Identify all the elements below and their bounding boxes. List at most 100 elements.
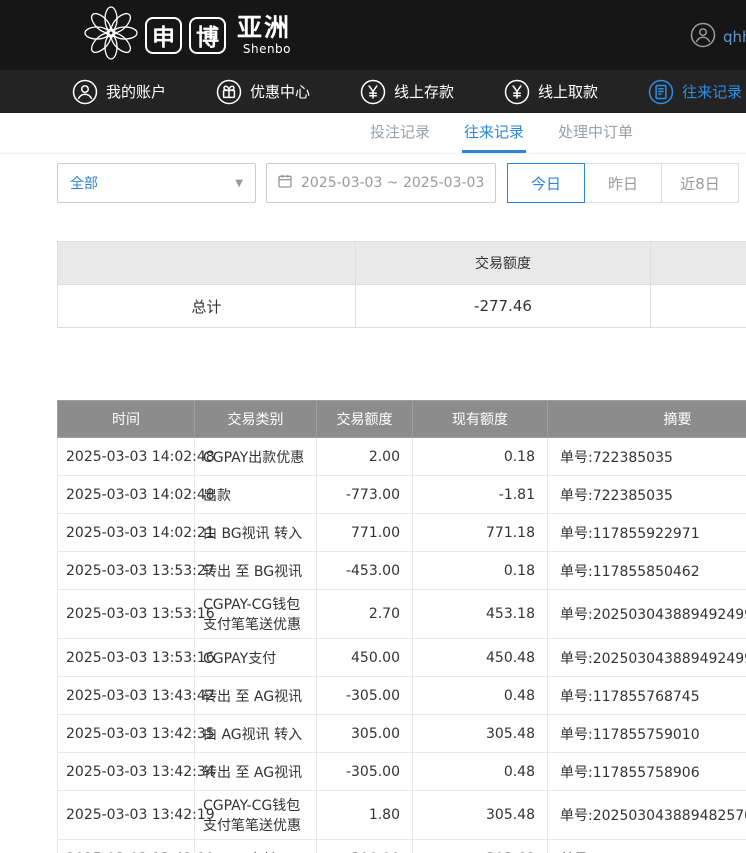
site-logo: 申 博 亚洲 Shenbo (84, 6, 291, 64)
time-cell: 2025-03-03 13:53:16 (58, 639, 195, 677)
records-table-body: 2025-03-03 14:02:48CGPAY出款优惠2.000.18单号:7… (58, 438, 746, 853)
records-table: 时间 交易类别 交易额度 现有额度 摘要 2025-03-03 14:02:48… (57, 400, 746, 853)
main-navbar: 我的账户 优惠中心 线上存款 线上 (0, 70, 746, 113)
nav-label: 我的账户 (106, 81, 166, 102)
type-cell: 由 BG视讯 转入 (195, 514, 317, 552)
withdraw-coin-icon (504, 79, 530, 105)
amount-cell: 305.00 (317, 715, 413, 753)
time-cell: 2025-03-03 13:42:35 (58, 715, 195, 753)
col-header-type: 交易类别 (195, 401, 317, 438)
summary-total-value: -277.46 (356, 285, 651, 328)
type-cell: CGPAY支付 (195, 840, 317, 853)
deposit-coin-icon (360, 79, 386, 105)
records-icon (648, 79, 674, 105)
amount-cell: -453.00 (317, 552, 413, 590)
summary-header-row: 交易额度 (58, 242, 746, 285)
nav-label: 往来记录 (682, 81, 742, 102)
type-filter-value: 全部 (70, 173, 98, 193)
records-header-row: 时间 交易类别 交易额度 现有额度 摘要 (58, 401, 746, 438)
type-filter-select[interactable]: 全部 ▼ (57, 163, 256, 203)
yesterday-button[interactable]: 昨日 (584, 163, 662, 203)
type-cell: CGPAY支付 (195, 639, 317, 677)
nav-label: 线上取款 (538, 81, 598, 102)
nav-item-transactions[interactable]: 往来记录 (648, 79, 742, 105)
balance-cell: 453.18 (413, 590, 548, 639)
time-cell: 2025-03-03 14:02:48 (58, 438, 195, 476)
nav-item-withdraw[interactable]: 线上取款 (504, 79, 598, 105)
quick-range-group: 今日 昨日 近8日 (508, 163, 739, 203)
balance-cell: 303.68 (413, 840, 548, 853)
balance-cell: 771.18 (413, 514, 548, 552)
date-range-value: 2025-03-03 ~ 2025-03-03 (301, 175, 484, 191)
summary-cell: 单号:202503043889482570 (548, 791, 746, 840)
summary-cell: 单号:117855759010 (548, 715, 746, 753)
time-cell: 2025-03-03 13:42:19 (58, 791, 195, 840)
summary-cell: 单号:117855850462 (548, 552, 746, 590)
time-cell: 2025-03-03 13:53:27 (58, 552, 195, 590)
summary-table: 交易额度 总计 -277.46 (57, 241, 746, 328)
amount-cell: 450.00 (317, 639, 413, 677)
type-cell: 转出 至 AG视讯 (195, 753, 317, 791)
col-header-balance: 现有额度 (413, 401, 548, 438)
col-header-summary: 摘要 (548, 401, 746, 438)
user-account-area[interactable]: qhh (690, 22, 746, 52)
balance-cell: 305.48 (413, 715, 548, 753)
date-range-picker[interactable]: 2025-03-03 ~ 2025-03-03 (266, 163, 496, 203)
logo-char-shen: 申 (145, 17, 182, 54)
logo-char-bo: 博 (189, 17, 226, 54)
amount-cell: -305.00 (317, 753, 413, 791)
summary-total-row: 总计 -277.46 (58, 285, 746, 328)
amount-cell: 771.00 (317, 514, 413, 552)
balance-cell: 0.18 (413, 438, 548, 476)
lotus-flower-icon (84, 6, 138, 64)
table-row: 2025-03-03 13:42:19CGPAY-CG钱包支付笔笔送优惠1.80… (58, 791, 746, 840)
tab-processing-orders[interactable]: 处理中订单 (556, 113, 635, 153)
summary-header-empty-right (651, 242, 746, 285)
balance-cell: 0.48 (413, 753, 548, 791)
time-cell: 2025-03-03 13:42:34 (58, 753, 195, 791)
type-cell: 转出 至 AG视讯 (195, 677, 317, 715)
table-row: 2025-03-03 14:02:21由 BG视讯 转入771.00771.18… (58, 514, 746, 552)
username-text: qhh (723, 28, 746, 46)
amount-cell: 300.00 (317, 840, 413, 853)
time-cell: 2025-03-03 13:53:16 (58, 590, 195, 639)
amount-cell: -773.00 (317, 476, 413, 514)
summary-empty-cell (651, 285, 746, 328)
calendar-icon (277, 173, 293, 193)
table-row: 2025-03-03 13:53:16CGPAY-CG钱包支付笔笔送优惠2.70… (58, 590, 746, 639)
type-cell: 出款 (195, 476, 317, 514)
summary-cell: 单号:117855768745 (548, 677, 746, 715)
nav-item-deposit[interactable]: 线上存款 (360, 79, 454, 105)
nav-item-my-account[interactable]: 我的账户 (72, 79, 166, 105)
table-row: 2025-03-03 13:42:34转出 至 AG视讯-305.000.48单… (58, 753, 746, 791)
summary-cell: 单号:202503043889482570 (548, 840, 746, 853)
type-cell: 转出 至 BG视讯 (195, 552, 317, 590)
balance-cell: 305.48 (413, 791, 548, 840)
tab-transaction-records[interactable]: 往来记录 (462, 113, 526, 153)
account-icon (72, 79, 98, 105)
today-button[interactable]: 今日 (507, 163, 585, 203)
time-cell: 2025-03-03 13:43:42 (58, 677, 195, 715)
table-row: 2025-03-03 14:02:48出款-773.00-1.81单号:7223… (58, 476, 746, 514)
summary-cell: 单号:722385035 (548, 476, 746, 514)
logo-subtitle: Shenbo (237, 42, 291, 56)
type-cell: CGPAY-CG钱包支付笔笔送优惠 (195, 791, 317, 840)
summary-total-label: 总计 (58, 285, 356, 328)
amount-cell: 2.70 (317, 590, 413, 639)
logo-region-block: 亚洲 Shenbo (237, 15, 291, 56)
table-row: 2025-03-03 13:42:19CGPAY支付300.00303.68单号… (58, 840, 746, 853)
last-8-days-button[interactable]: 近8日 (661, 163, 739, 203)
balance-cell: 0.18 (413, 552, 548, 590)
col-header-amount: 交易额度 (317, 401, 413, 438)
col-header-time: 时间 (58, 401, 195, 438)
table-row: 2025-03-03 14:02:48CGPAY出款优惠2.000.18单号:7… (58, 438, 746, 476)
time-cell: 2025-03-03 14:02:48 (58, 476, 195, 514)
nav-item-promotions[interactable]: 优惠中心 (216, 79, 310, 105)
tab-bet-records[interactable]: 投注记录 (368, 113, 432, 153)
summary-cell: 单号:202503043889492499 (548, 639, 746, 677)
user-avatar-icon (690, 22, 716, 52)
summary-cell: 单号:117855758906 (548, 753, 746, 791)
logo-region-text: 亚洲 (237, 15, 291, 40)
amount-cell: 2.00 (317, 438, 413, 476)
balance-cell: 450.48 (413, 639, 548, 677)
